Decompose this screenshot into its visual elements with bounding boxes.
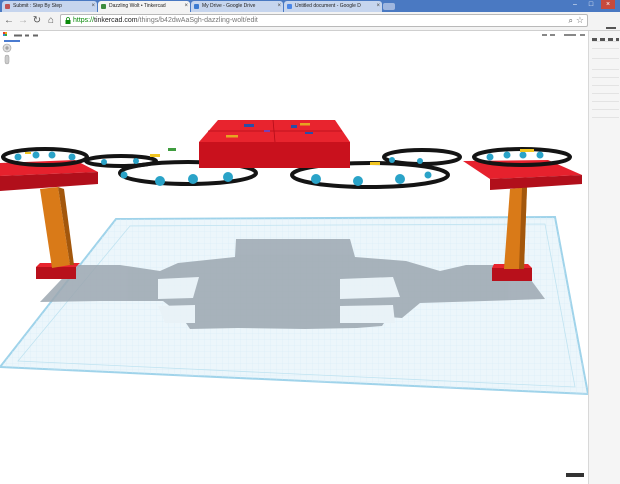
close-window-button[interactable]: × xyxy=(601,0,615,9)
tab-favicon xyxy=(5,4,10,9)
browser-toolbar: ← → ↻ ⌂ https://tinkercad.com/things/b42… xyxy=(0,12,620,37)
tinkercad-watermark xyxy=(566,473,584,477)
app-right-controls[interactable] xyxy=(540,33,586,37)
new-tab-button[interactable] xyxy=(383,3,395,10)
tab-untitled-document[interactable]: Untitled document - Google D × xyxy=(284,1,382,12)
panel-item[interactable] xyxy=(592,109,619,117)
panel-item[interactable] xyxy=(592,77,619,85)
reload-button[interactable]: ↻ xyxy=(31,15,43,27)
panel-item[interactable] xyxy=(592,117,619,125)
url-path: /things/b42dwAaSgh-dazzling-wolt/edit xyxy=(137,17,258,24)
tab-dazzling-wolt-tinkercad[interactable]: Dazzling Wolt • Tinkercad × xyxy=(98,1,190,12)
address-bar[interactable]: https://tinkercad.com/things/b42dwAaSgh-… xyxy=(60,14,588,27)
back-button[interactable]: ← xyxy=(3,15,15,27)
tab-my-drive-google-drive[interactable]: My Drive - Google Drive × xyxy=(191,1,283,12)
close-icon[interactable]: × xyxy=(184,1,188,12)
close-icon[interactable]: × xyxy=(91,1,95,12)
app-menu-items[interactable] xyxy=(14,34,74,37)
page-content xyxy=(0,31,620,484)
tinkercad-menu-bar xyxy=(0,31,588,39)
tab-submit-step-by-step[interactable]: Submit : Step By Step × xyxy=(2,1,97,12)
bookmark-star-icon[interactable]: ☆ xyxy=(576,15,584,26)
url-text: https://tinkercad.com/things/b42dwAaSgh-… xyxy=(73,15,258,26)
close-icon[interactable]: × xyxy=(277,1,281,12)
panel-item[interactable] xyxy=(592,41,619,48)
tab-title: Dazzling Wolt • Tinkercad xyxy=(109,3,166,9)
panel-item[interactable] xyxy=(592,101,619,109)
lock-icon xyxy=(65,17,71,24)
panel-item[interactable] xyxy=(592,93,619,101)
url-scheme: https:// xyxy=(73,17,95,24)
tab-title: Untitled document - Google D xyxy=(295,3,361,9)
search-icon[interactable]: ⌕ xyxy=(569,15,573,26)
panel-item[interactable] xyxy=(592,69,619,77)
center-red-platform[interactable] xyxy=(199,119,350,168)
browser-tab-strip: Submit : Step By Step × Dazzling Wolt • … xyxy=(0,0,620,12)
forward-button[interactable]: → xyxy=(17,15,29,27)
tab-favicon xyxy=(287,4,292,9)
tab-favicon xyxy=(101,4,106,9)
3d-workplane-viewport[interactable] xyxy=(0,39,588,484)
url-host: tinkercad.com xyxy=(94,17,138,24)
close-icon[interactable]: × xyxy=(376,1,380,12)
home-button[interactable]: ⌂ xyxy=(45,15,57,27)
panel-item[interactable] xyxy=(592,48,619,58)
shapes-panel xyxy=(588,31,620,484)
maximize-button[interactable]: □ xyxy=(584,0,598,9)
panel-item[interactable] xyxy=(592,85,619,93)
minimize-button[interactable]: – xyxy=(568,0,582,9)
tab-title: My Drive - Google Drive xyxy=(202,3,256,9)
tinkercad-logo-icon[interactable] xyxy=(3,32,11,38)
panel-item[interactable] xyxy=(592,58,619,68)
view-cube-controls[interactable] xyxy=(2,40,20,65)
tab-title: Submit : Step By Step xyxy=(13,3,62,9)
tab-favicon xyxy=(194,4,199,9)
